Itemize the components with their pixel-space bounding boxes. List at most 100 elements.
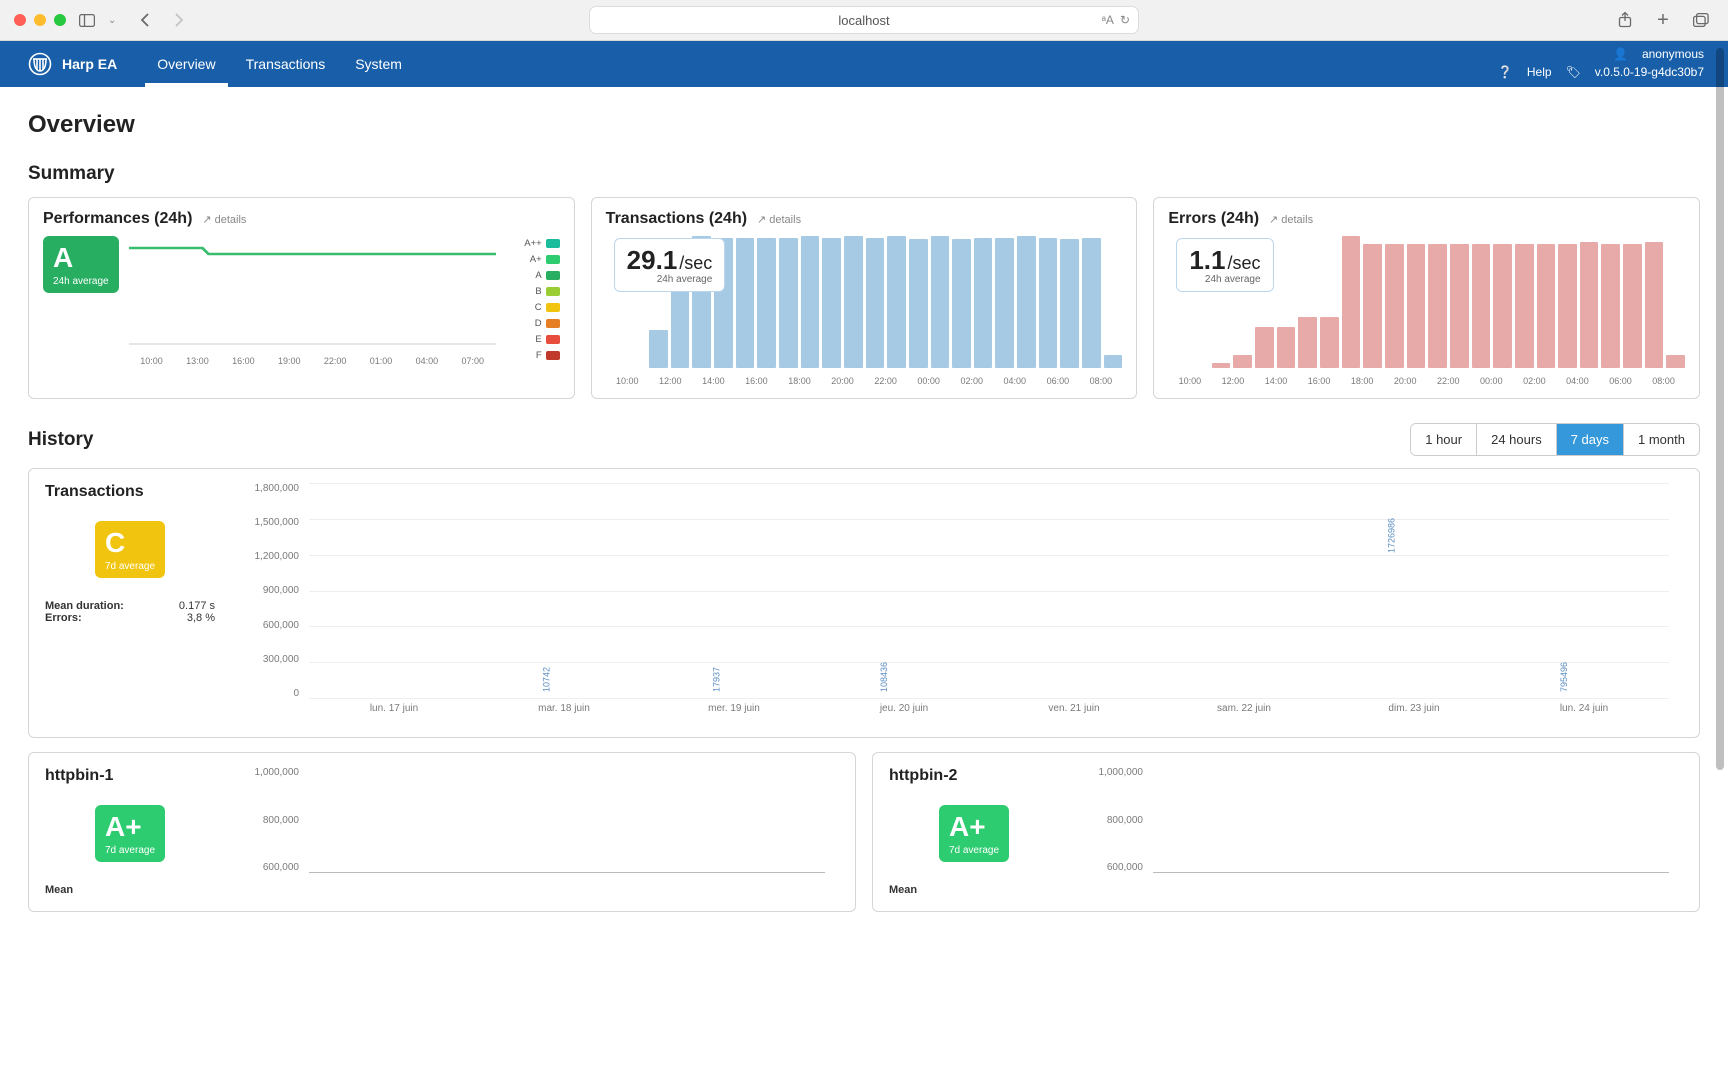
version-label[interactable]: v.0.5.0-19-g4dc30b7 xyxy=(1595,63,1704,81)
bar-slot xyxy=(309,767,374,872)
summary-row: Performances (24h) ↗details A 24h averag… xyxy=(28,197,1700,399)
bar-slot xyxy=(1540,767,1605,872)
bar-slot xyxy=(374,767,439,872)
window-minimize-icon[interactable] xyxy=(34,14,46,26)
bar-slot xyxy=(438,767,503,872)
hist-title: httpbin-1 xyxy=(45,767,215,785)
user-label[interactable]: anonymous xyxy=(1642,45,1704,63)
bar xyxy=(1039,238,1058,368)
bar xyxy=(1580,242,1599,368)
range-button[interactable]: 24 hours xyxy=(1477,424,1557,455)
bar-slot xyxy=(1218,767,1283,872)
x-tick: 19:00 xyxy=(266,356,312,366)
translate-icon[interactable]: ᵃA xyxy=(1101,13,1113,27)
range-button[interactable]: 1 month xyxy=(1624,424,1699,455)
nav-link-system[interactable]: System xyxy=(355,41,402,87)
x-tick: 04:00 xyxy=(1556,376,1599,386)
external-link-icon: ↗ xyxy=(1269,213,1278,226)
legend-item: A++ xyxy=(506,238,560,249)
window-zoom-icon[interactable] xyxy=(54,14,66,26)
window-close-icon[interactable] xyxy=(14,14,26,26)
x-tick: 02:00 xyxy=(950,376,993,386)
bar xyxy=(779,238,798,368)
tag-icon: 🏷 xyxy=(1566,63,1581,81)
bar xyxy=(931,236,950,368)
nav-forward-icon[interactable] xyxy=(166,8,192,32)
performance-legend: A++A+ABCDEF xyxy=(506,238,560,361)
big-number-box: 29.1/sec 24h average xyxy=(614,238,726,292)
range-button[interactable]: 1 hour xyxy=(1411,424,1477,455)
bar-slot: 795496 xyxy=(1499,483,1669,698)
bar xyxy=(909,239,928,368)
y-tick: 600,000 xyxy=(237,620,299,631)
big-number: 29.1 xyxy=(627,245,678,275)
brand[interactable]: Harp EA xyxy=(28,52,117,76)
bar-value-label: 795496 xyxy=(1559,662,1569,692)
card-title: Transactions (24h) xyxy=(606,210,747,228)
reload-icon[interactable]: ↻ xyxy=(1120,13,1130,27)
bar xyxy=(1645,242,1664,368)
x-tick: sam. 22 juin xyxy=(1159,703,1329,723)
x-tick: 08:00 xyxy=(1079,376,1122,386)
nav-right: 👤 anonymous ❔ Help 🏷 v.0.5.0-19-g4dc30b7 xyxy=(1498,45,1704,81)
x-tick: 14:00 xyxy=(1254,376,1297,386)
x-tick: 12:00 xyxy=(649,376,692,386)
sidebar-toggle-icon[interactable] xyxy=(74,8,100,32)
big-unit: /sec xyxy=(1228,253,1261,273)
details-link[interactable]: ↗details xyxy=(757,213,801,226)
bar xyxy=(1537,244,1556,368)
bar-slot xyxy=(1282,767,1347,872)
bar xyxy=(1428,244,1447,368)
x-tick: 10:00 xyxy=(1168,376,1211,386)
x-tick: mer. 19 juin xyxy=(649,703,819,723)
tabs-overview-icon[interactable] xyxy=(1688,8,1714,32)
nav-back-icon[interactable] xyxy=(132,8,158,32)
x-tick: 14:00 xyxy=(692,376,735,386)
x-tick: 13:00 xyxy=(175,356,221,366)
bar-slot: 10742 xyxy=(479,483,649,698)
bar-slot xyxy=(1347,767,1412,872)
harp-logo-icon xyxy=(28,52,52,76)
bar xyxy=(1558,244,1577,368)
card-transactions: Transactions (24h) ↗details 29.1/sec 24h… xyxy=(591,197,1138,399)
legend-item: D xyxy=(506,318,560,329)
external-link-icon: ↗ xyxy=(202,213,211,226)
big-sub: 24h average xyxy=(1189,274,1260,285)
legend-item: F xyxy=(506,350,560,361)
help-link[interactable]: Help xyxy=(1527,63,1552,81)
share-icon[interactable] xyxy=(1612,8,1638,32)
details-link[interactable]: ↗details xyxy=(202,213,246,226)
bar xyxy=(1666,355,1685,368)
bar xyxy=(822,238,841,368)
help-icon: ❔ xyxy=(1498,63,1513,81)
errors-bar-chart: 1.1/sec 24h average 10:0012:0014:0016:00… xyxy=(1168,236,1685,386)
bar xyxy=(1472,244,1491,368)
history-httpbin1-chart: 1,000,000800,000600,000 xyxy=(237,767,839,897)
history-header: History 1 hour24 hours7 days1 month xyxy=(28,423,1700,456)
bar xyxy=(1298,317,1317,368)
grade-sub: 24h average xyxy=(53,276,109,287)
bar xyxy=(1363,244,1382,368)
bar xyxy=(736,238,755,368)
history-httpbin2-card: httpbin-2 A+ 7d average Mean 1,000,00080… xyxy=(872,752,1700,912)
new-tab-icon[interactable]: + xyxy=(1650,8,1676,32)
details-link[interactable]: ↗details xyxy=(1269,213,1313,226)
bar-slot: 17937 xyxy=(649,483,819,698)
y-tick: 900,000 xyxy=(237,585,299,596)
range-button[interactable]: 7 days xyxy=(1557,424,1624,455)
legend-item: B xyxy=(506,286,560,297)
grade-badge: A 24h average xyxy=(43,236,119,293)
scrollbar-thumb[interactable] xyxy=(1716,48,1724,770)
x-tick: ven. 21 juin xyxy=(989,703,1159,723)
x-tick: 00:00 xyxy=(1470,376,1513,386)
bar xyxy=(1082,238,1101,368)
y-tick: 600,000 xyxy=(1081,862,1143,873)
hist-stats: Mean duration:0.177 sErrors:3,8 % xyxy=(45,600,215,624)
nav-link-transactions[interactable]: Transactions xyxy=(246,41,326,87)
nav-link-overview[interactable]: Overview xyxy=(157,41,215,87)
scrollbar[interactable] xyxy=(1714,44,1726,1075)
url-bar[interactable]: localhost ᵃA ↻ xyxy=(589,6,1139,34)
chevron-down-icon[interactable]: ⌄ xyxy=(108,15,116,26)
x-tick: 08:00 xyxy=(1642,376,1685,386)
nav-link-label: System xyxy=(355,56,402,72)
